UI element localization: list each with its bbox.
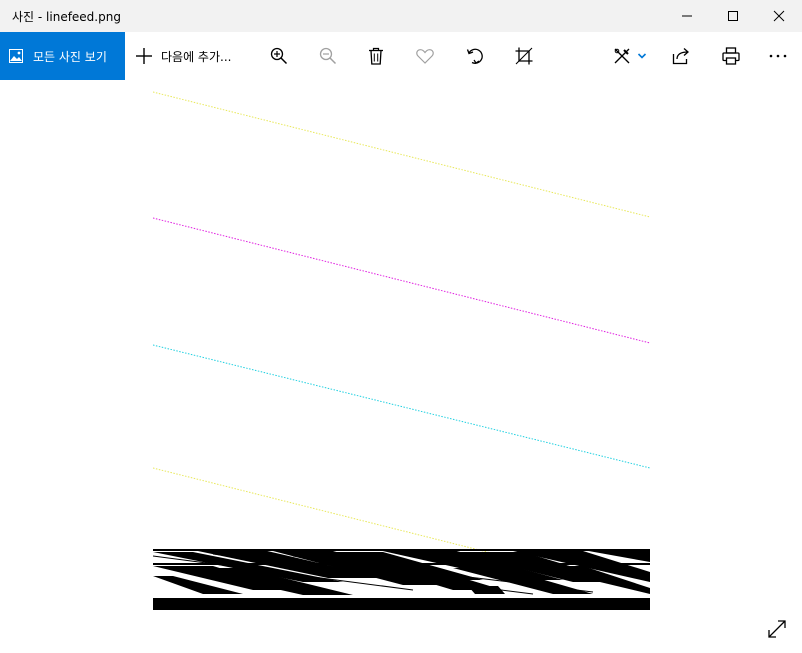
share-icon: [672, 48, 689, 65]
delete-icon: [369, 47, 383, 65]
delete-button[interactable]: [366, 46, 386, 66]
crop-icon: [515, 47, 533, 65]
cyan-diagonal-line: [153, 344, 650, 469]
window-title: 사진 - linefeed.png: [12, 10, 121, 24]
maximize-button[interactable]: [710, 0, 756, 32]
photo-gallery-icon: [9, 49, 23, 63]
minimize-button[interactable]: [664, 0, 710, 32]
black-stripe-pattern: [153, 549, 650, 610]
fullscreen-button[interactable]: [766, 618, 788, 640]
chevron-down-icon: [637, 53, 647, 59]
more-button[interactable]: [768, 46, 788, 66]
yellow-diagonal-line: [153, 91, 650, 218]
zoom-in-icon: [270, 47, 288, 65]
expand-icon: [768, 620, 786, 638]
add-to-button[interactable]: 다음에 추가...: [135, 32, 231, 80]
add-to-label: 다음에 추가...: [161, 49, 232, 64]
magenta-diagonal-line: [153, 217, 650, 344]
title-bar: 사진 - linefeed.png: [0, 0, 802, 32]
close-icon: [773, 10, 785, 22]
crop-button[interactable]: [514, 46, 534, 66]
print-icon: [722, 47, 740, 65]
rotate-icon: [466, 48, 483, 64]
zoom-out-icon: [319, 47, 337, 65]
favorite-icon: [416, 49, 434, 64]
more-icon: [769, 54, 787, 58]
share-button[interactable]: [671, 46, 691, 66]
all-photos-button[interactable]: 모든 사진 보기: [0, 32, 125, 80]
favorite-button[interactable]: [415, 46, 435, 66]
toolbar: 모든 사진 보기 다음에 추가...: [0, 32, 802, 80]
rotate-button[interactable]: [465, 46, 485, 66]
edit-icon: [614, 48, 630, 64]
print-button[interactable]: [721, 46, 741, 66]
photos-app-window: 사진 - linefeed.png 모든 사진 보기 다음에 추가...: [0, 0, 802, 653]
zoom-in-button[interactable]: [269, 46, 289, 66]
plus-icon: [136, 48, 152, 64]
maximize-icon: [728, 11, 738, 21]
minimize-icon: [682, 15, 692, 17]
all-photos-label: 모든 사진 보기: [33, 49, 107, 64]
zoom-out-button[interactable]: [318, 46, 338, 66]
edit-create-button[interactable]: [610, 46, 650, 66]
displayed-photo: [153, 91, 650, 610]
close-button[interactable]: [756, 0, 802, 32]
